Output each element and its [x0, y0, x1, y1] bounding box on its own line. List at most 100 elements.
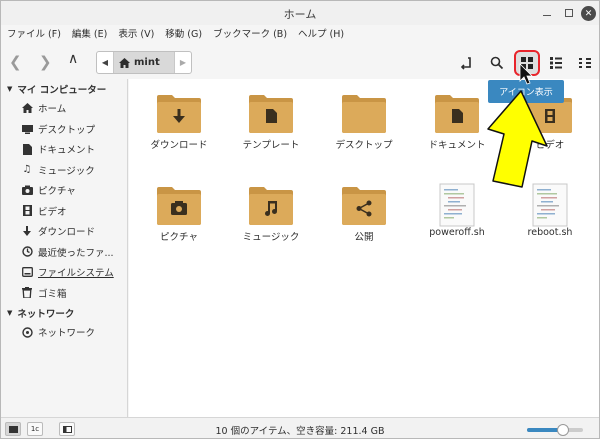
file-label: デスクトップ	[335, 140, 393, 151]
folder-icon	[249, 185, 293, 225]
forward-button[interactable]: ❯	[39, 53, 52, 71]
path-right-arrow[interactable]: ▶	[174, 52, 191, 73]
network-icon	[21, 327, 33, 338]
status-text: 10 個のアイテム、空き容量: 211.4 GB	[215, 426, 385, 437]
menu-file[interactable]: ファイル (F)	[7, 25, 61, 45]
sidebar-item-label: ドキュメント	[38, 145, 96, 157]
download-icon	[21, 225, 33, 237]
sidebar-item-videos[interactable]: ビデオ	[1, 201, 127, 222]
sidebar-item-pictures[interactable]: ピクチャ	[1, 180, 127, 201]
script-file-icon	[528, 183, 572, 227]
minimize-button[interactable]	[539, 5, 555, 21]
icon-view-tooltip: アイコン表示	[488, 80, 564, 103]
sidebar-item-label: ダウンロード	[38, 227, 96, 239]
file-item-poweroff-sh[interactable]: poweroff.sh	[412, 183, 502, 238]
sidebar-item-desktop[interactable]: デスクトップ	[1, 119, 127, 140]
file-label: 公開	[354, 232, 374, 243]
compact-view-button[interactable]	[575, 53, 595, 73]
caret-down-icon: ▼	[7, 308, 13, 317]
menu-go[interactable]: 移動 (G)	[165, 25, 202, 45]
section-title: マイ コンピューター	[17, 84, 107, 96]
trash-icon	[21, 287, 33, 299]
sidebar-item-label: ビデオ	[38, 206, 67, 218]
sidebar-item-filesystem[interactable]: ファイルシステム	[1, 262, 127, 283]
file-label: ビデオ	[535, 140, 565, 151]
status-bar: 1c 10 個のアイテム、空き容量: 211.4 GB	[1, 417, 599, 438]
file-item-downloads[interactable]: ダウンロード	[134, 93, 224, 151]
folder-icon	[249, 93, 293, 133]
open-terminal-button[interactable]	[456, 53, 476, 73]
path-left-arrow[interactable]: ◀	[97, 52, 114, 73]
file-item-pictures[interactable]: ピクチャ	[134, 185, 224, 243]
toolbar: ❮ ❯ ∧ ◀ mint ▶	[1, 45, 599, 79]
document-icon	[21, 143, 33, 155]
minimize-icon	[543, 14, 551, 17]
sidebar-item-trash[interactable]: ゴミ箱	[1, 283, 127, 304]
search-button[interactable]	[487, 53, 507, 73]
list-view-button[interactable]	[546, 53, 566, 73]
compact-view-icon	[579, 58, 591, 68]
path-bar: ◀ mint ▶	[96, 51, 192, 74]
sidebar-item-label: ゴミ箱	[38, 288, 67, 300]
menu-bar: ファイル (F) 編集 (E) 表示 (V) 移動 (G) ブックマーク (B)…	[1, 25, 599, 45]
folder-icon	[342, 185, 386, 225]
file-item-public[interactable]: 公開	[319, 185, 409, 243]
home-icon	[119, 57, 130, 68]
file-label: ピクチャ	[160, 232, 198, 243]
file-item-templates[interactable]: テンプレート	[226, 93, 316, 151]
search-icon	[490, 56, 504, 70]
menu-view[interactable]: 表示 (V)	[118, 25, 154, 45]
close-icon: ✕	[584, 8, 593, 19]
menu-edit[interactable]: 編集 (E)	[72, 25, 107, 45]
back-button[interactable]: ❮	[9, 53, 22, 71]
file-manager-window: ホーム ✕ ファイル (F) 編集 (E) 表示 (V) 移動 (G) ブックマ…	[0, 0, 600, 439]
sidebar-item-label: ネットワーク	[38, 328, 96, 340]
up-button[interactable]: ∧	[68, 51, 78, 67]
menu-bookmarks[interactable]: ブックマーク (B)	[213, 25, 287, 45]
icon-view-button[interactable]	[514, 50, 540, 76]
path-segment-home[interactable]: mint	[114, 52, 174, 73]
file-label: ダウンロード	[150, 140, 208, 151]
menu-help[interactable]: ヘルプ (H)	[298, 25, 344, 45]
clock-icon	[21, 246, 33, 257]
drive-icon	[21, 267, 33, 278]
close-button[interactable]: ✕	[581, 6, 596, 21]
folder-icon	[157, 93, 201, 133]
desktop-icon	[21, 124, 33, 134]
file-item-desktop[interactable]: デスクトップ	[319, 93, 409, 151]
file-item-music[interactable]: ミュージック	[226, 185, 316, 243]
sidebar-section-network[interactable]: ▼ ネットワーク	[1, 303, 127, 322]
section-title: ネットワーク	[17, 308, 75, 320]
sidebar-item-recent[interactable]: 最近使ったファ...	[1, 242, 127, 263]
folder-icon	[157, 185, 201, 225]
file-view: ダウンロード テンプレート デスクトップ ドキュメント ビデオ ピクチャ ミュー…	[129, 79, 599, 417]
file-label: ドキュメント	[428, 140, 486, 151]
sidebar-item-label: ホーム	[38, 104, 67, 116]
list-view-icon	[550, 57, 562, 69]
sidebar-item-documents[interactable]: ドキュメント	[1, 139, 127, 160]
caret-down-icon: ▼	[7, 84, 13, 93]
file-label: テンプレート	[242, 140, 300, 151]
file-item-reboot-sh[interactable]: reboot.sh	[505, 183, 595, 238]
file-label: reboot.sh	[527, 227, 573, 238]
sidebar-item-home[interactable]: ホーム	[1, 98, 127, 119]
path-segment-label: mint	[134, 57, 160, 68]
sidebar-item-downloads[interactable]: ダウンロード	[1, 221, 127, 242]
sidebar-item-network[interactable]: ネットワーク	[1, 322, 127, 343]
sidebar-item-music[interactable]: ♫ ミュージック	[1, 160, 127, 181]
sidebar: ▼ マイ コンピューター ホーム デスクトップ ドキュメント ♫ ミュージック ピク…	[1, 79, 128, 417]
film-icon	[21, 205, 33, 217]
zoom-slider[interactable]	[527, 424, 583, 436]
sidebar-item-label: デスクトップ	[38, 124, 96, 136]
home-icon	[21, 103, 33, 114]
folder-icon	[435, 93, 479, 133]
maximize-button[interactable]	[561, 5, 577, 21]
file-label: poweroff.sh	[429, 227, 485, 238]
sidebar-item-label: ファイルシステム	[38, 268, 114, 280]
file-label: ミュージック	[242, 232, 300, 243]
title-bar: ホーム ✕	[1, 1, 599, 25]
sidebar-section-my-computer[interactable]: ▼ マイ コンピューター	[1, 79, 127, 98]
icon-grid-icon	[521, 57, 533, 69]
folder-icon	[342, 93, 386, 133]
sidebar-item-label: ピクチャ	[38, 186, 76, 198]
